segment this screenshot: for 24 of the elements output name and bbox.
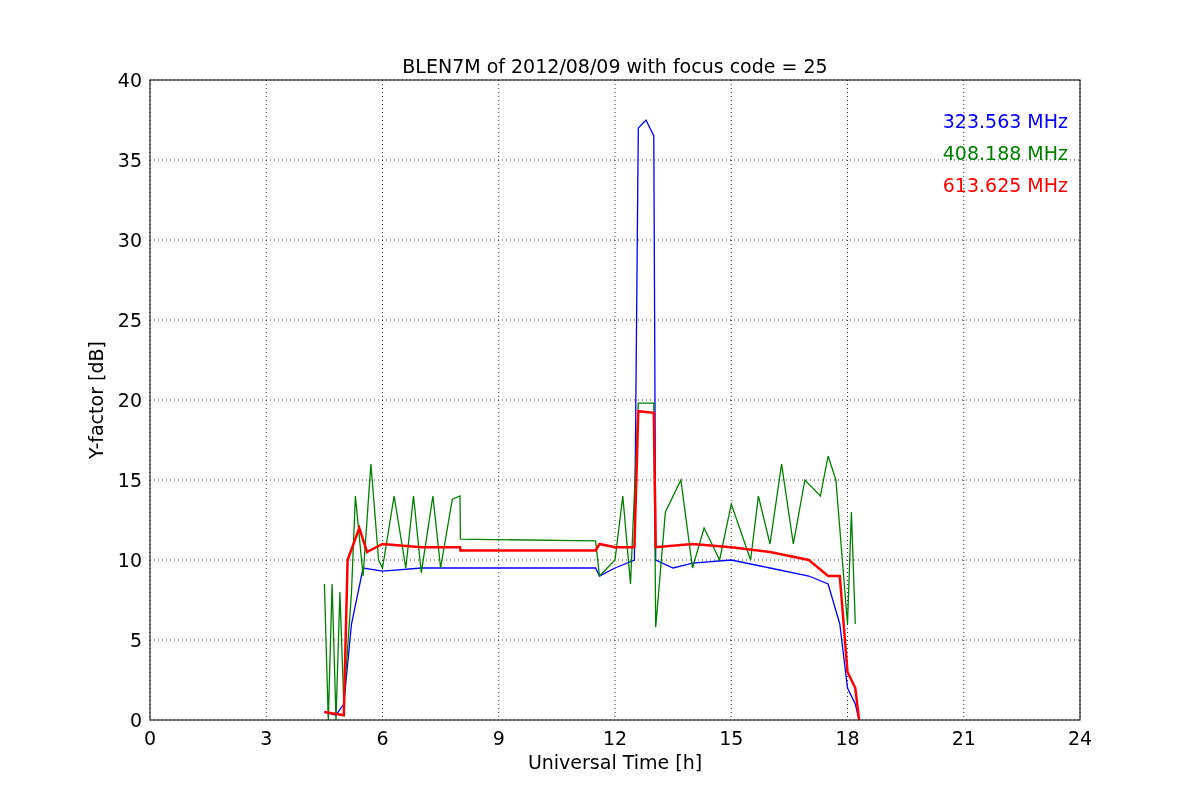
x-axis-label: Universal Time [h]	[527, 751, 703, 773]
y-tick-label: 40	[117, 69, 142, 91]
legend-label: 408.188 MHz	[942, 142, 1068, 164]
y-tick-label: 20	[117, 389, 142, 411]
x-tick-label: 24	[1067, 727, 1093, 749]
x-tick-label: 21	[951, 727, 976, 749]
x-tick-label: 0	[143, 727, 157, 749]
y-tick-label: 25	[117, 309, 142, 331]
legend-label: 323.563 MHz	[942, 110, 1068, 132]
y-tick-label: 15	[117, 469, 142, 491]
x-tick-label: 15	[719, 727, 744, 749]
x-tick-label: 3	[260, 727, 273, 749]
y-tick-label: 5	[129, 629, 142, 651]
x-tick-label: 9	[492, 727, 505, 749]
x-tick-label: 18	[835, 727, 860, 749]
y-tick-label: 10	[117, 549, 142, 571]
chart-title: BLEN7M of 2012/08/09 with focus code = 25	[402, 55, 828, 77]
x-tick-label: 6	[376, 727, 389, 749]
y-axis-label: Y-factor [dB]	[85, 341, 107, 459]
y-tick-label: 30	[117, 229, 142, 251]
y-tick-label: 0	[129, 709, 142, 731]
x-tick-label: 12	[602, 727, 628, 749]
y-tick-label: 35	[117, 149, 142, 171]
legend-label: 613.625 MHz	[942, 174, 1068, 196]
